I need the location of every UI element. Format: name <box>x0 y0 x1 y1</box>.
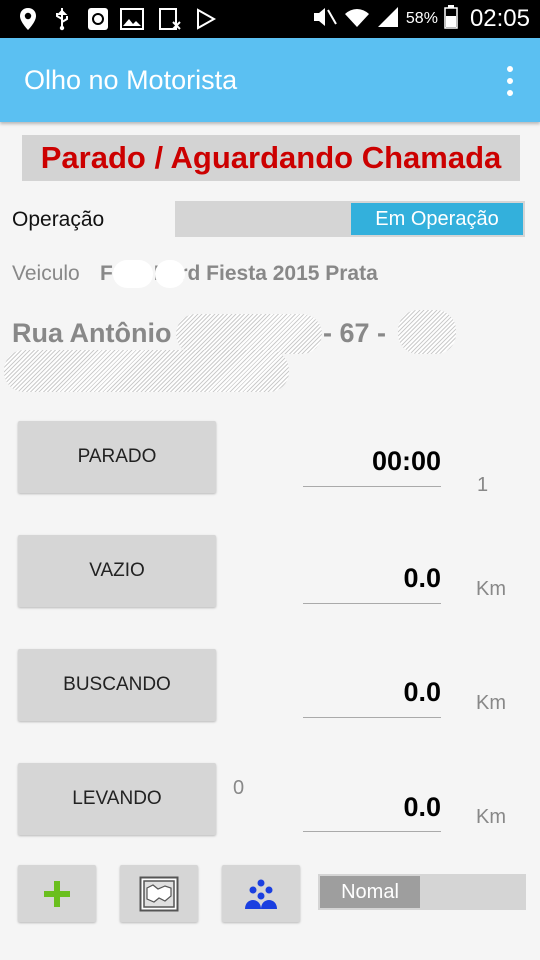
add-button[interactable] <box>18 865 96 922</box>
overflow-menu-icon[interactable] <box>500 66 520 96</box>
app-bar: Olho no Motorista <box>0 38 540 122</box>
add-icon <box>44 880 70 907</box>
redaction-mark <box>155 260 185 288</box>
levando-count: 0 <box>233 777 245 799</box>
vazio-button[interactable]: VAZIO <box>18 535 216 607</box>
levando-unit: Km <box>476 806 506 828</box>
operation-label: Operação <box>12 208 105 231</box>
mode-toggle[interactable]: Nomal <box>318 874 526 910</box>
operation-toggle[interactable]: Em Operação <box>175 201 525 237</box>
group-icon <box>245 879 277 909</box>
status-bar: 58% 02:05 <box>0 0 540 38</box>
wifi-icon <box>344 6 370 33</box>
levando-button[interactable]: LEVANDO <box>18 763 216 835</box>
buscando-button[interactable]: BUSCANDO <box>18 649 216 721</box>
buscando-underline <box>303 717 441 718</box>
address-number: - 67 - <box>323 318 387 348</box>
address-street: Rua Antônio <box>12 318 172 348</box>
usb-icon <box>50 7 74 31</box>
parado-value: 00:00 <box>371 446 441 476</box>
redaction-mark <box>176 314 322 354</box>
battery-icon <box>444 4 458 34</box>
buscando-value: 0.0 <box>403 677 441 707</box>
levando-value: 0.0 <box>403 792 441 822</box>
clock: 02:05 <box>469 5 530 32</box>
vazio-value: 0.0 <box>403 563 441 593</box>
group-button[interactable] <box>222 865 300 922</box>
levando-underline <box>303 831 441 832</box>
vehicle-label: Veiculo <box>12 262 80 285</box>
app-title: Olho no Motorista <box>24 65 238 95</box>
mute-icon <box>312 6 338 33</box>
redaction-mark <box>4 350 289 392</box>
blocked-app-icon <box>158 7 182 31</box>
battery-percent: 58% <box>405 10 438 27</box>
map-button[interactable] <box>120 865 198 922</box>
location-icon <box>16 7 40 31</box>
vazio-unit: Km <box>476 578 506 600</box>
image-icon <box>120 7 144 31</box>
play-store-icon <box>194 7 218 31</box>
mode-label: Nomal <box>320 876 420 908</box>
signal-icon <box>376 6 400 33</box>
parado-underline <box>303 486 441 487</box>
parado-button[interactable]: PARADO <box>18 421 216 493</box>
operation-state: Em Operação <box>351 203 523 235</box>
map-icon <box>139 876 179 911</box>
status-banner: Parado / Aguardando Chamada <box>22 135 520 181</box>
redaction-mark <box>113 260 153 288</box>
phone-icon <box>86 7 110 31</box>
vazio-underline <box>303 603 441 604</box>
buscando-unit: Km <box>476 692 506 714</box>
parado-unit: 1 <box>477 474 489 496</box>
redaction-mark <box>398 310 456 354</box>
